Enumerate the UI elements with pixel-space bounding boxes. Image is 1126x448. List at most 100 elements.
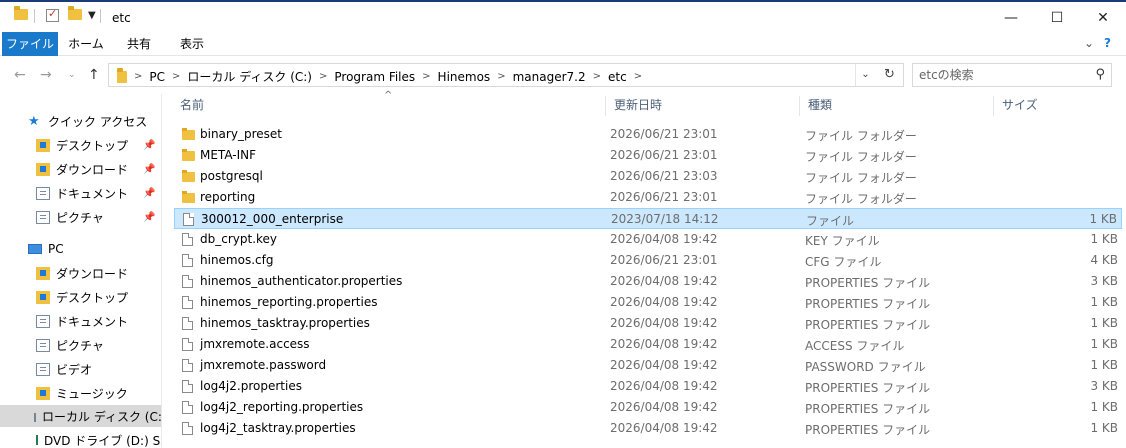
table-row[interactable]: log4j2_reporting.properties 2026/04/08 19… [174,397,1122,418]
breadcrumb-pc[interactable]: PC [149,70,165,84]
nav-item-label: ピクチャ [56,210,104,225]
refresh-icon[interactable]: ↻ [876,63,904,87]
column-header-type[interactable]: 種類 [800,94,994,118]
breadcrumb-etc[interactable]: etc [608,70,627,84]
recent-locations-icon[interactable]: ⌄ [68,70,76,80]
file-size: 1 KB [1090,400,1118,414]
close-button[interactable]: ✕ [1080,4,1126,32]
file-type: ファイル [806,214,855,228]
pictures-folder-icon [36,338,50,352]
back-arrow-icon[interactable]: ← [14,67,26,83]
file-type: PROPERTIES ファイル [805,318,931,332]
breadcrumb-manager[interactable]: manager7.2 [513,70,586,84]
nav-item-desktop[interactable]: デスクトップ 📌 [0,134,161,156]
nav-item-pc-downloads[interactable]: ダウンロード [0,262,161,284]
file-icon [182,317,193,330]
nav-pc[interactable]: PC [0,238,161,260]
breadcrumb-chevron-icon[interactable]: > [319,71,327,82]
properties-icon[interactable] [46,7,59,22]
nav-item-documents[interactable]: ドキュメント 📌 [0,182,161,204]
local-disk-icon [34,413,36,422]
column-header-date[interactable]: 更新日時 [606,94,800,118]
chevron-down-icon[interactable]: ⌄ [1084,36,1094,50]
table-row[interactable]: log4j2_tasktray.properties 2026/04/08 19:… [174,418,1122,439]
documents-folder-icon [36,314,50,328]
nav-item-label: DVD ドライブ (D:) SSS [44,433,161,448]
table-row[interactable]: db_crypt.key 2026/04/08 19:42 KEY ファイル 1 KB [174,229,1122,250]
customize-quick-access-icon[interactable]: ▼ [88,10,96,21]
nav-item-pc-videos[interactable]: ビデオ [0,358,161,380]
table-row[interactable]: hinemos_reporting.properties 2026/04/08 1… [174,292,1122,313]
table-row[interactable]: log4j2.properties 2026/04/08 19:42 PROPERT… [174,376,1122,397]
breadcrumb-chevron-icon[interactable]: > [593,71,601,82]
file-modified-date: 2026/04/08 19:42 [610,337,718,351]
table-row[interactable]: binary_preset 2026/06/21 23:01 ファイル フォルダー [174,124,1122,145]
file-name: binary_preset [200,127,282,141]
file-icon [182,275,193,288]
file-size: 3 KB [1090,379,1118,393]
nav-item-pc-music[interactable]: ミュージック [0,382,161,404]
breadcrumb-chevron-icon[interactable]: > [422,71,430,82]
nav-item-local-disk[interactable]: ローカル ディスク (C:) [0,405,161,427]
pin-icon[interactable]: 📌 [143,212,155,223]
pin-icon[interactable]: 📌 [143,164,155,175]
tab-view[interactable]: 表示 [168,32,216,56]
tab-file[interactable]: ファイル [2,32,58,56]
pin-icon[interactable]: 📌 [143,140,155,151]
navigation-pane[interactable]: ★ クイック アクセス デスクトップ 📌 ダウンロード 📌 ドキュメント 📌 ピ… [0,94,162,448]
breadcrumb-chevron-icon[interactable]: > [497,71,505,82]
folder-icon [182,149,195,161]
new-folder-icon[interactable] [68,6,82,20]
documents-folder-icon [36,186,50,200]
breadcrumb-local-disk[interactable]: ローカル ディスク (C:) [187,68,312,85]
column-header-name[interactable]: 名前 [172,94,606,118]
address-dropdown-icon[interactable]: ⌄ [855,64,875,86]
file-modified-date: 2026/04/08 19:42 [610,421,718,435]
file-list[interactable]: ^ 名前 更新日時 種類 サイズ binary_preset 2026/06/21… [162,90,1126,448]
table-row[interactable]: reporting 2026/06/21 23:01 ファイル フォルダー [174,187,1122,208]
help-icon[interactable]: ? [1104,36,1111,50]
nav-item-pictures[interactable]: ピクチャ 📌 [0,206,161,228]
file-type: PROPERTIES ファイル [805,276,931,290]
pin-icon[interactable]: 📌 [143,188,155,199]
table-row[interactable]: postgresql 2026/06/21 23:03 ファイル フォルダー [174,166,1122,187]
tab-home[interactable]: ホーム [62,32,110,56]
maximize-button[interactable]: ☐ [1034,4,1080,32]
dvd-drive-icon [36,435,38,445]
breadcrumb-chevron-icon[interactable]: > [134,71,142,82]
nav-quick-access[interactable]: ★ クイック アクセス [0,110,161,132]
search-icon[interactable]: ⚲ [1095,67,1105,82]
desktop-folder-icon [36,138,50,152]
file-name: hinemos_tasktray.properties [200,316,370,330]
search-input[interactable] [919,67,1079,83]
table-row[interactable]: 300012_000_enterprise 2023/07/18 14:12 ファイ… [174,208,1122,229]
up-arrow-icon[interactable]: ↑ [88,67,100,83]
column-header-size[interactable]: サイズ [994,94,1122,118]
file-modified-date: 2026/04/08 19:42 [610,400,718,414]
address-bar[interactable]: > PC > ローカル ディスク (C:) > Program Files > … [108,63,904,87]
nav-item-pc-desktop[interactable]: デスクトップ [0,286,161,308]
table-row[interactable]: META-INF 2026/06/21 23:01 ファイル フォルダー [174,145,1122,166]
breadcrumb-chevron-icon[interactable]: > [172,71,180,82]
breadcrumb-chevron-icon[interactable]: > [634,71,642,82]
table-row[interactable]: hinemos_authenticator.properties 2026/04/… [174,271,1122,292]
table-row[interactable]: hinemos_tasktray.properties 2026/04/08 19… [174,313,1122,334]
breadcrumb-program-files[interactable]: Program Files [334,70,415,84]
breadcrumb-hinemos[interactable]: Hinemos [438,70,491,84]
forward-arrow-icon[interactable]: → [40,67,52,83]
search-box[interactable]: ⚲ [912,63,1112,87]
table-row[interactable]: jmxremote.access 2026/04/08 19:42 ACCESS フ… [174,334,1122,355]
file-type: ファイル フォルダー [805,192,917,206]
nav-item-downloads[interactable]: ダウンロード 📌 [0,158,161,180]
tab-share[interactable]: 共有 [114,32,164,56]
file-size: 1 KB [1090,316,1118,330]
file-icon [182,338,193,351]
star-icon: ★ [28,113,40,129]
nav-item-dvd-drive[interactable]: DVD ドライブ (D:) SSS [0,429,161,448]
minimize-button[interactable]: — [988,4,1034,32]
nav-item-pc-documents[interactable]: ドキュメント [0,310,161,332]
table-row[interactable]: jmxremote.password 2026/04/08 19:42 PASSWO… [174,355,1122,376]
table-row[interactable]: hinemos.cfg 2026/06/21 23:01 CFG ファイル 4 KB [174,250,1122,271]
nav-item-pc-pictures[interactable]: ピクチャ [0,334,161,356]
file-size: 1 KB [1090,232,1118,246]
